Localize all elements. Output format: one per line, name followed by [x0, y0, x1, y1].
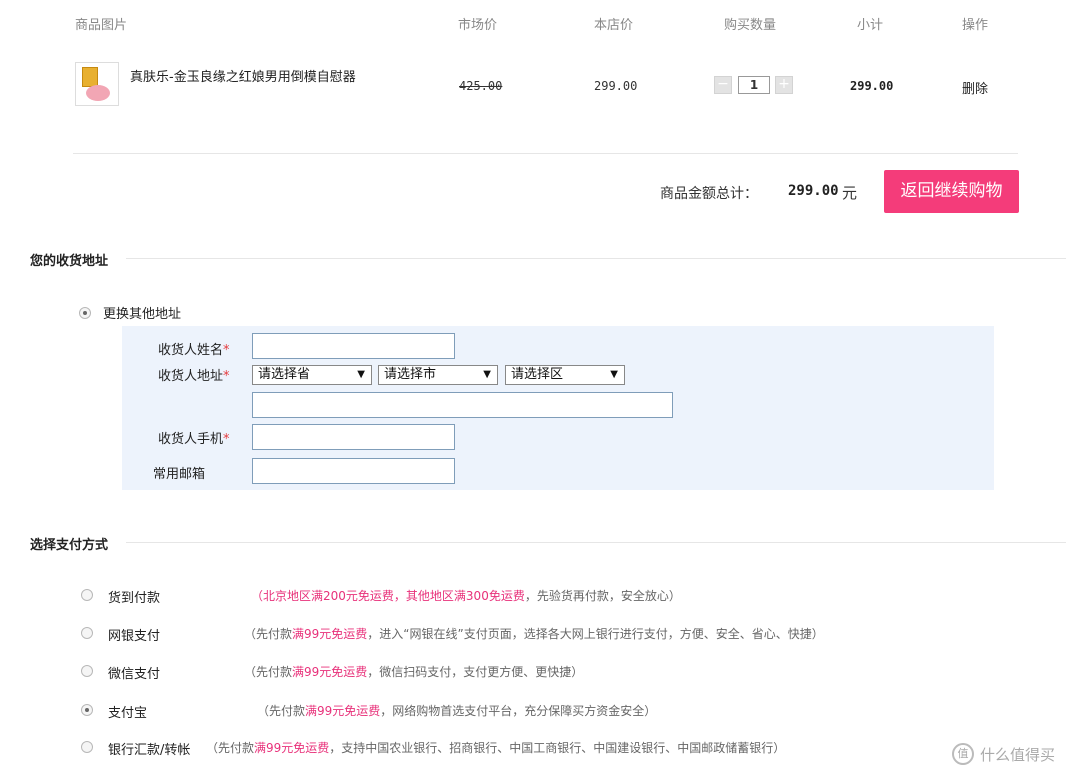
total-label: 商品金额总计：: [660, 186, 758, 202]
payment-netbank-desc: （先付款满99元免运费，进入“网银在线”支付页面，选择各大网上银行进行支付，方便…: [244, 627, 824, 641]
header-action: 操作: [962, 18, 989, 33]
address-section-title: 您的收货地址: [30, 254, 109, 269]
city-select[interactable]: 请选择市 ▼: [378, 365, 498, 385]
payment-alipay-label[interactable]: 支付宝: [108, 702, 147, 721]
header-quantity: 购买数量: [724, 18, 777, 33]
payment-cod-label[interactable]: 货到付款: [108, 587, 160, 606]
payment-wechat-desc: （先付款满99元免运费，微信扫码支付，支付更方便、更快捷）: [244, 665, 584, 679]
product-thumbnail[interactable]: [75, 62, 119, 106]
street-address-input[interactable]: [252, 392, 673, 418]
watermark-text: 什么值得买: [980, 746, 1056, 764]
quantity-input[interactable]: 1: [738, 76, 770, 94]
product-egg-image: [86, 85, 110, 101]
header-image: 商品图片: [75, 18, 128, 33]
payment-netbank-label[interactable]: 网银支付: [108, 625, 160, 644]
store-price: 299.00: [594, 79, 638, 93]
quantity-plus-button[interactable]: +: [775, 76, 793, 94]
continue-shopping-button[interactable]: 返回继续购物: [884, 170, 1019, 213]
header-subtotal: 小计: [857, 18, 884, 33]
delete-link[interactable]: 删除: [962, 78, 988, 97]
product-box-image: [82, 67, 98, 87]
payment-cod-desc: （北京地区满200元免运费，其他地区满300免运费，先验货再付款，安全放心）: [251, 589, 681, 603]
recipient-name-input[interactable]: [252, 333, 455, 359]
payment-bank-transfer-radio[interactable]: [81, 741, 93, 753]
payment-wechat-label[interactable]: 微信支付: [108, 663, 160, 682]
province-select[interactable]: 请选择省 ▼: [252, 365, 372, 385]
email-input[interactable]: [252, 458, 455, 484]
total-unit: 元: [842, 184, 858, 202]
province-select-value: 请选择省: [258, 367, 311, 382]
dropdown-arrow-icon: ▼: [610, 369, 618, 380]
header-market-price: 市场价: [458, 18, 498, 33]
dropdown-arrow-icon: ▼: [483, 369, 491, 380]
address-section-divider: [126, 258, 1066, 259]
district-select-value: 请选择区: [511, 367, 564, 382]
watermark-logo-icon: 值: [952, 743, 974, 765]
market-price: 425.00: [459, 79, 503, 93]
change-address-radio[interactable]: [79, 307, 91, 319]
recipient-address-label: 收货人地址*: [158, 369, 230, 384]
recipient-name-label: 收货人姓名*: [158, 343, 230, 358]
payment-bank-transfer-desc: （先付款满99元免运费，支持中国农业银行、招商银行、中国工商银行、中国建设银行、…: [206, 741, 786, 755]
dropdown-arrow-icon: ▼: [357, 369, 365, 380]
payment-alipay-radio[interactable]: [81, 704, 93, 716]
district-select[interactable]: 请选择区 ▼: [505, 365, 625, 385]
payment-alipay-desc: （先付款满99元免运费，网络购物首选支付平台，充分保障买方资金安全）: [257, 704, 657, 718]
email-label: 常用邮箱: [153, 467, 206, 482]
city-select-value: 请选择市: [384, 367, 437, 382]
recipient-phone-input[interactable]: [252, 424, 455, 450]
payment-bank-transfer-label[interactable]: 银行汇款/转帐: [108, 739, 190, 758]
recipient-phone-label: 收货人手机*: [158, 432, 230, 447]
quantity-minus-button[interactable]: −: [714, 76, 732, 94]
payment-section-divider: [126, 542, 1066, 543]
payment-netbank-radio[interactable]: [81, 627, 93, 639]
cart-divider: [73, 153, 1018, 154]
payment-cod-radio[interactable]: [81, 589, 93, 601]
change-address-label[interactable]: 更换其他地址: [103, 303, 181, 322]
product-name[interactable]: 真肤乐-金玉良缘之红娘男用倒模自慰器: [130, 66, 356, 85]
item-subtotal: 299.00: [850, 79, 894, 93]
payment-section-title: 选择支付方式: [30, 538, 109, 553]
header-store-price: 本店价: [594, 18, 634, 33]
total-value: 299.00: [788, 183, 839, 199]
payment-wechat-radio[interactable]: [81, 665, 93, 677]
